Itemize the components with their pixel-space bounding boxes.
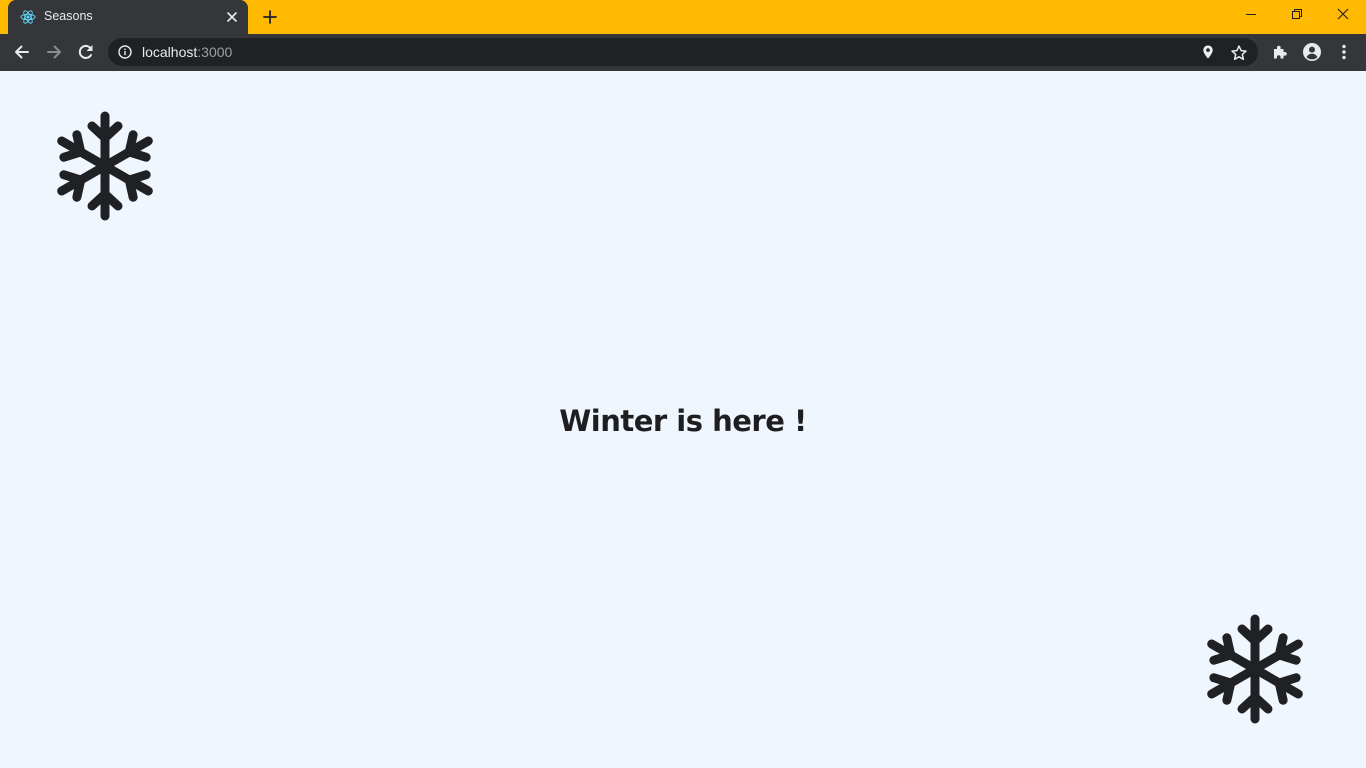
more-menu-icon[interactable] [1334,42,1354,62]
snowflake-icon [57,111,153,221]
close-window-button[interactable] [1320,0,1366,30]
profile-avatar-icon[interactable] [1302,42,1322,62]
url-host: localhost [142,44,198,60]
info-icon[interactable] [118,45,132,59]
bookmark-star-icon[interactable] [1230,44,1248,62]
url-text: localhost:3000 [142,44,232,60]
location-pin-icon[interactable] [1200,44,1216,60]
page-content: Winter is here ! [0,71,1366,768]
browser-tab[interactable]: Seasons [8,0,248,34]
new-tab-button[interactable] [258,6,282,28]
close-tab-icon[interactable] [224,9,240,25]
react-icon [20,9,36,25]
browser-toolbar: localhost:3000 [0,34,1366,71]
browser-tab-strip: Seasons [0,0,1366,34]
season-message: Winter is here ! [559,404,807,438]
snowflake-icon [1207,614,1303,724]
minimize-button[interactable] [1228,0,1274,30]
tab-title: Seasons [44,9,93,23]
restore-button[interactable] [1274,0,1320,30]
extensions-puzzle-icon[interactable] [1270,42,1290,62]
back-arrow-icon[interactable] [12,42,32,62]
reload-icon[interactable] [76,42,96,62]
url-port: :3000 [197,44,233,60]
forward-arrow-icon[interactable] [44,42,64,62]
address-bar[interactable]: localhost:3000 [108,38,1258,66]
